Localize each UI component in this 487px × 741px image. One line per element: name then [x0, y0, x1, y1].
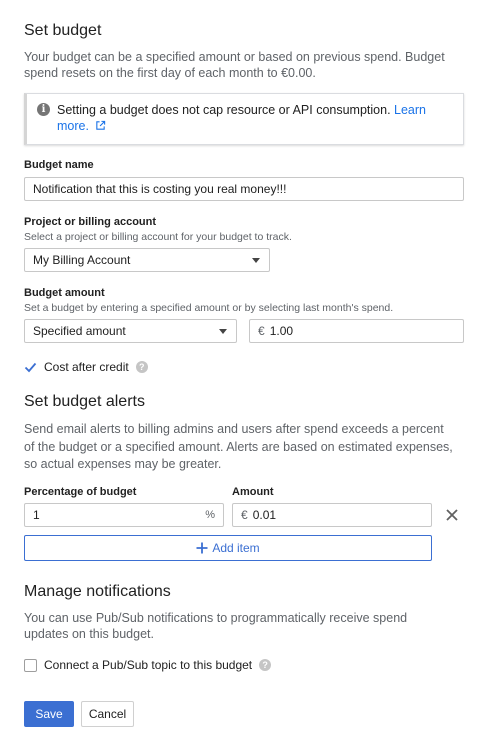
set-budget-description: Your budget can be a specified amount or… [24, 50, 445, 80]
pubsub-row: Connect a Pub/Sub topic to this budget ? [24, 658, 272, 672]
currency-symbol: € [258, 324, 265, 338]
save-button[interactable]: Save [24, 701, 74, 727]
alert-amount-input[interactable]: € 0.01 [232, 503, 432, 527]
pubsub-checkbox[interactable] [24, 658, 37, 672]
chevron-down-icon [252, 258, 260, 263]
project-select[interactable]: My Billing Account [24, 248, 270, 272]
help-icon[interactable]: ? [135, 361, 148, 373]
budget-amount-input[interactable]: € 1.00 [249, 319, 464, 343]
currency-symbol: € [241, 508, 248, 522]
cost-after-credit-label: Cost after credit [44, 360, 129, 374]
amount-header: Amount [232, 486, 274, 498]
budget-name-value: Notification that this is costing you re… [33, 182, 287, 196]
info-icon: i [37, 103, 50, 116]
project-hint: Select a project or billing account for … [24, 231, 292, 243]
alerts-description: Send email alerts to billing admins and … [24, 422, 453, 471]
notifications-title: Manage notifications [24, 583, 171, 600]
alert-percentage-input[interactable]: 1 % [24, 503, 224, 527]
alerts-title: Set budget alerts [24, 393, 145, 410]
close-icon[interactable] [445, 508, 459, 522]
percent-sign: % [205, 509, 215, 521]
notifications-description: You can use Pub/Sub notifications to pro… [24, 611, 408, 641]
percentage-header: Percentage of budget [24, 486, 137, 498]
project-selected-value: My Billing Account [33, 253, 131, 267]
checkbox-checked-icon[interactable] [24, 361, 37, 374]
plus-icon [196, 542, 208, 554]
cancel-label: Cancel [88, 707, 127, 721]
save-label: Save [35, 707, 63, 721]
alert-percentage-value: 1 [33, 508, 40, 522]
cancel-button[interactable]: Cancel [81, 701, 134, 727]
project-label: Project or billing account [24, 216, 157, 228]
alert-amount-value: 0.01 [252, 508, 277, 522]
budget-amount-hint: Set a budget by entering a specified amo… [24, 302, 394, 314]
pubsub-label: Connect a Pub/Sub topic to this budget [44, 658, 253, 672]
budget-amount-value: 1.00 [269, 324, 294, 338]
amount-type-value: Specified amount [33, 324, 126, 338]
info-notice-text: Setting a budget does not cap resource o… [57, 102, 455, 134]
info-text: Setting a budget does not cap resource o… [57, 103, 391, 117]
budget-amount-label: Budget amount [24, 287, 105, 299]
budget-name-label: Budget name [24, 159, 94, 171]
help-icon[interactable]: ? [259, 659, 272, 671]
set-budget-title: Set budget [24, 22, 102, 39]
cost-after-credit-row: Cost after credit ? [24, 360, 148, 374]
amount-type-select[interactable]: Specified amount [24, 319, 237, 343]
external-link-icon [96, 120, 106, 130]
chevron-down-icon [219, 329, 227, 334]
add-item-button[interactable]: Add item [24, 535, 432, 561]
info-notice: i Setting a budget does not cap resource… [24, 93, 464, 145]
add-item-label: Add item [212, 541, 260, 555]
budget-name-input[interactable]: Notification that this is costing you re… [24, 177, 464, 201]
